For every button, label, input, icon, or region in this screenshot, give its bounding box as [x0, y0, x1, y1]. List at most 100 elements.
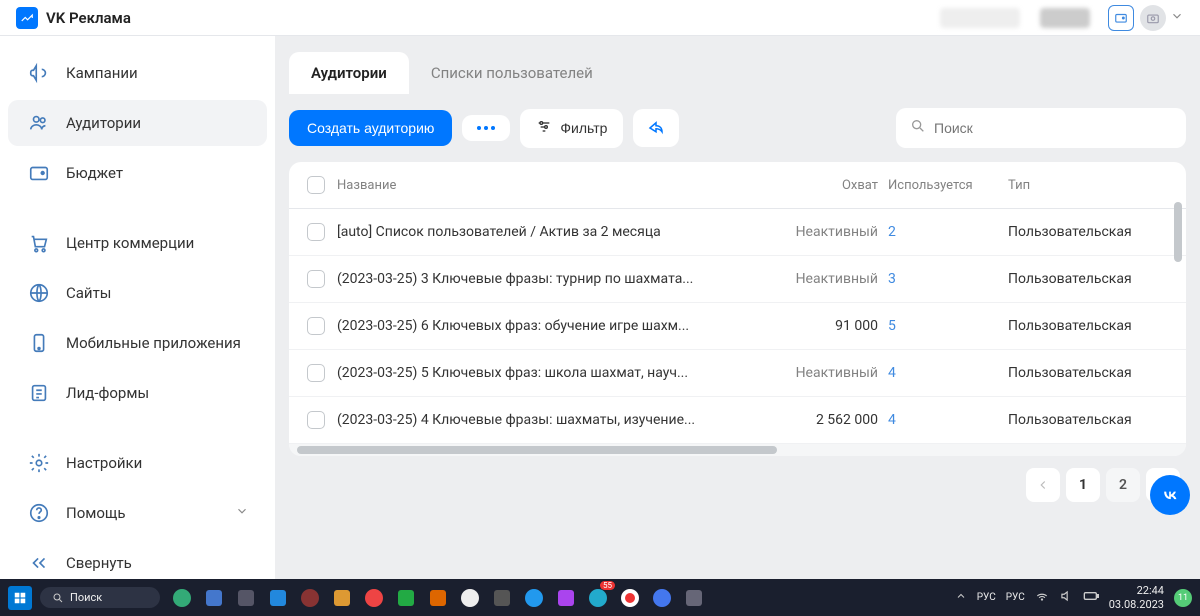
app-header: VK Реклама: [0, 0, 1200, 36]
sidebar-item-label: Аудитории: [66, 114, 141, 132]
row-checkbox[interactable]: [307, 223, 325, 241]
sidebar-item-mobile-apps[interactable]: Мобильные приложения: [8, 320, 267, 366]
taskbar-app-icon[interactable]: 55: [584, 584, 612, 612]
users-icon: [26, 110, 52, 136]
tray-battery-icon[interactable]: [1083, 591, 1099, 604]
row-name: (2023-03-25) 5 Ключевых фраз: школа шахм…: [337, 365, 778, 381]
search-icon: [910, 118, 926, 138]
sidebar-item-label: Мобильные приложения: [66, 334, 241, 352]
col-name[interactable]: Название: [337, 178, 778, 193]
search-box[interactable]: [896, 108, 1186, 148]
chevron-down-icon[interactable]: [1170, 8, 1184, 27]
taskbar-app-icon[interactable]: [168, 584, 196, 612]
row-reach: 91 000: [778, 318, 888, 334]
table-row[interactable]: (2023-03-25) 6 Ключевых фраз: обучение и…: [289, 303, 1186, 350]
taskbar-app-icon[interactable]: [616, 584, 644, 612]
page-2-button[interactable]: 2: [1106, 468, 1140, 502]
taskbar-app-icon[interactable]: [520, 584, 548, 612]
taskbar-app-icon[interactable]: [680, 584, 708, 612]
page-1-button[interactable]: 1: [1066, 468, 1100, 502]
start-button[interactable]: [8, 586, 32, 610]
taskbar-search[interactable]: Поиск: [40, 587, 160, 608]
search-input[interactable]: [934, 120, 1172, 136]
horizontal-scrollbar[interactable]: [289, 444, 1186, 456]
table-row[interactable]: (2023-03-25) 5 Ключевых фраз: школа шахм…: [289, 350, 1186, 397]
taskbar-app-icon[interactable]: [552, 584, 580, 612]
tab-audiences[interactable]: Аудитории: [289, 52, 409, 94]
table-row[interactable]: (2023-03-25) 3 Ключевые фразы: турнир по…: [289, 256, 1186, 303]
taskbar-app-icon[interactable]: [360, 584, 388, 612]
tray-notif-badge[interactable]: 11: [1174, 589, 1192, 607]
camera-icon[interactable]: [1140, 5, 1166, 31]
filter-button[interactable]: Фильтр: [520, 109, 623, 148]
sidebar-item-budget[interactable]: Бюджет: [8, 150, 267, 196]
row-used[interactable]: 3: [888, 271, 1008, 287]
share-button[interactable]: [633, 109, 679, 147]
app-title: VK Реклама: [46, 9, 131, 27]
sidebar-item-settings[interactable]: Настройки: [8, 440, 267, 486]
tray-wifi-icon[interactable]: [1035, 589, 1049, 606]
sidebar-item-label: Помощь: [66, 504, 126, 522]
sidebar-item-audiences[interactable]: Аудитории: [8, 100, 267, 146]
row-used[interactable]: 4: [888, 412, 1008, 428]
row-reach: Неактивный: [778, 224, 888, 240]
taskbar-app-icon[interactable]: [328, 584, 356, 612]
tray-clock[interactable]: 22:44 03.08.2023: [1109, 584, 1164, 610]
page-prev-button[interactable]: [1026, 468, 1060, 502]
row-type: Пользовательская: [1008, 318, 1168, 334]
taskbar-app-icon[interactable]: [488, 584, 516, 612]
row-reach: Неактивный: [778, 271, 888, 287]
table-header: Название Охват Используется Тип: [289, 162, 1186, 209]
tab-user-lists[interactable]: Списки пользователей: [409, 52, 615, 94]
taskbar-app-icon[interactable]: [296, 584, 324, 612]
row-name: [auto] Список пользователей / Актив за 2…: [337, 224, 778, 240]
chevron-down-icon: [235, 504, 249, 522]
row-reach: 2 562 000: [778, 412, 888, 428]
account-info-blurred: [940, 8, 1020, 28]
table-row[interactable]: [auto] Список пользователей / Актив за 2…: [289, 209, 1186, 256]
filter-icon: [536, 119, 552, 138]
col-used[interactable]: Используется: [888, 178, 1008, 193]
select-all-checkbox[interactable]: [307, 176, 325, 194]
row-used[interactable]: 4: [888, 365, 1008, 381]
taskbar-tray: РУС РУС 22:44 03.08.2023 11: [955, 584, 1192, 610]
col-reach[interactable]: Охват: [778, 178, 888, 193]
taskbar-app-icon[interactable]: [392, 584, 420, 612]
pagination: 1 2: [289, 456, 1186, 502]
taskbar-app-icon[interactable]: [424, 584, 452, 612]
row-checkbox[interactable]: [307, 364, 325, 382]
sidebar-item-label: Сайты: [66, 284, 111, 302]
table-row[interactable]: (2023-03-25) 4 Ключевые фразы: шахматы, …: [289, 397, 1186, 444]
tray-lang[interactable]: РУС: [977, 592, 996, 603]
vk-help-bubble[interactable]: [1150, 475, 1190, 515]
sidebar-item-campaigns[interactable]: Кампании: [8, 50, 267, 96]
taskbar-app-icon[interactable]: [200, 584, 228, 612]
row-used[interactable]: 5: [888, 318, 1008, 334]
row-checkbox[interactable]: [307, 411, 325, 429]
sidebar-item-commerce[interactable]: Центр коммерции: [8, 220, 267, 266]
sidebar: Кампании Аудитории Бюджет Центр коммерци…: [0, 36, 275, 579]
sidebar-item-help[interactable]: Помощь: [8, 490, 267, 536]
row-checkbox[interactable]: [307, 317, 325, 335]
sidebar-item-lead-forms[interactable]: Лид-формы: [8, 370, 267, 416]
wallet-icon[interactable]: [1108, 5, 1134, 31]
form-icon: [26, 380, 52, 406]
toolbar: Создать аудиторию Фильтр: [289, 108, 1186, 148]
tray-lang2[interactable]: РУС: [1006, 592, 1025, 603]
more-options-button[interactable]: [462, 115, 510, 141]
sidebar-item-sites[interactable]: Сайты: [8, 270, 267, 316]
col-type[interactable]: Тип: [1008, 178, 1168, 193]
row-type: Пользовательская: [1008, 271, 1168, 287]
row-used[interactable]: 2: [888, 224, 1008, 240]
wallet-icon: [26, 160, 52, 186]
tray-volume-icon[interactable]: [1059, 589, 1073, 606]
taskbar-app-icon[interactable]: [648, 584, 676, 612]
collapse-icon: [26, 550, 52, 576]
row-checkbox[interactable]: [307, 270, 325, 288]
taskbar-app-icon[interactable]: [456, 584, 484, 612]
tray-chevron-icon[interactable]: [955, 590, 967, 605]
create-audience-button[interactable]: Создать аудиторию: [289, 110, 452, 146]
taskbar-app-icon[interactable]: [232, 584, 260, 612]
taskbar-app-icon[interactable]: [264, 584, 292, 612]
vertical-scrollbar[interactable]: [1174, 202, 1184, 442]
